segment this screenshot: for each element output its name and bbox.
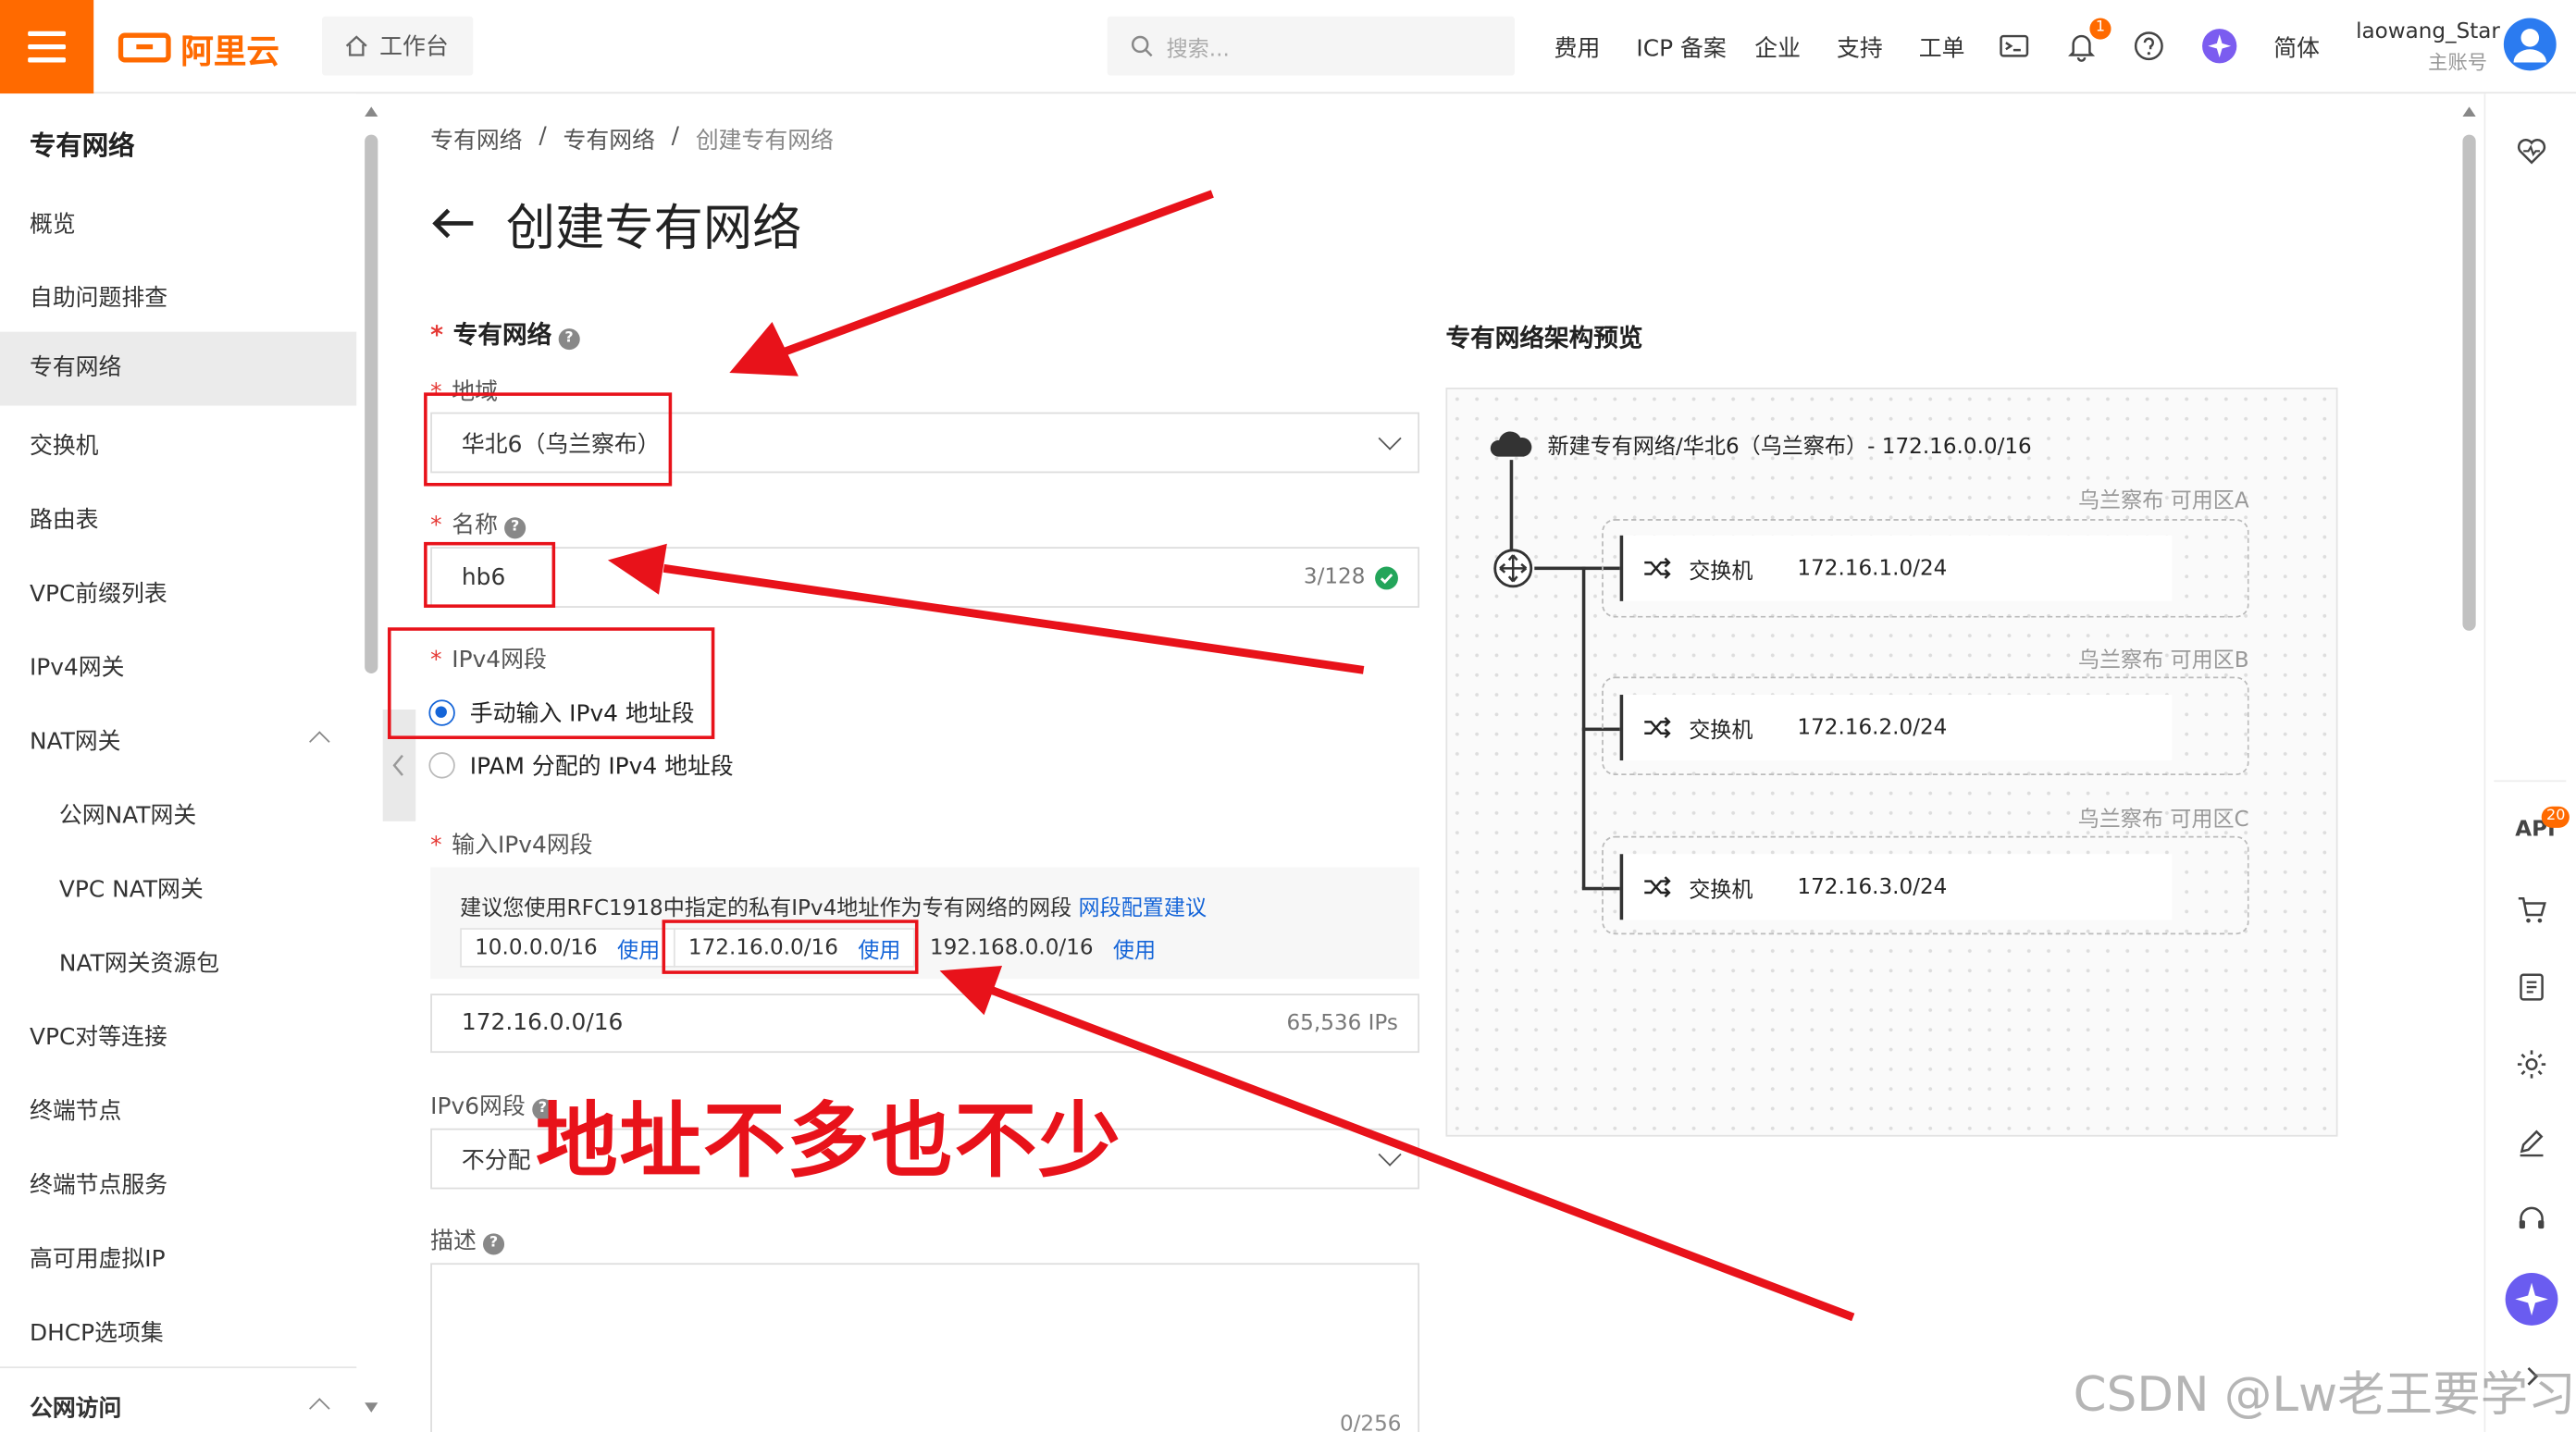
watermark: CSDN @Lw老王要学习 [2073,1366,2576,1423]
annotation-arrow [663,563,1365,674]
annotation-arrow [784,190,1214,356]
annotation-text: 地址不多也不少 [535,1093,1122,1190]
annotation-arrowhead [939,965,1003,1016]
annotation-arrows [607,190,1855,1322]
annotation-arrowhead [607,543,667,595]
